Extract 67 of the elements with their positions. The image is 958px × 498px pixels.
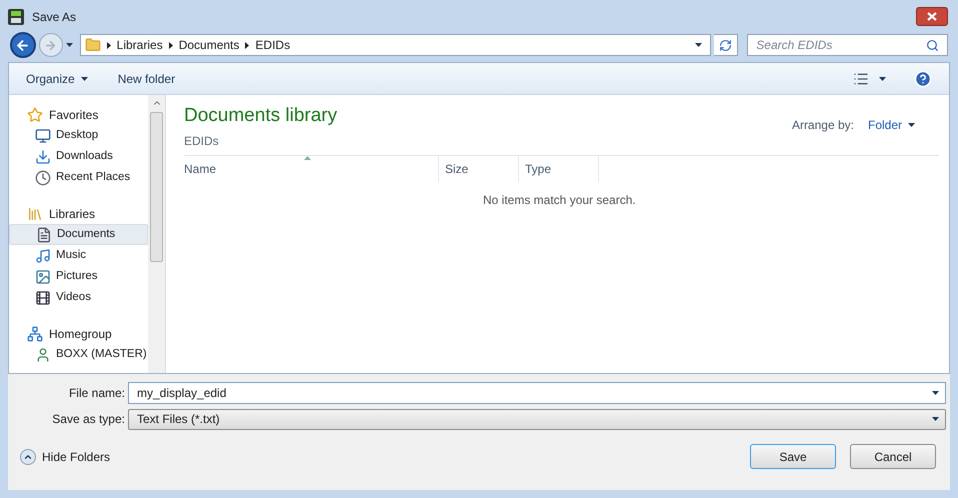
arrow-right-icon (44, 38, 58, 52)
view-caret-icon (879, 76, 886, 80)
empty-message: No items match your search. (483, 192, 637, 208)
sidebar-item[interactable]: Desktop (9, 125, 148, 146)
save-button[interactable]: Save (750, 444, 836, 469)
close-button[interactable] (916, 7, 948, 26)
user-icon (35, 346, 51, 362)
chevron-icon (245, 42, 250, 48)
save-type-label: Save as type: (51, 411, 126, 428)
music-icon (35, 248, 51, 264)
chevron-icon (106, 42, 111, 48)
caret-icon (932, 417, 939, 421)
sidebar-group[interactable]: Homegroup (9, 323, 148, 344)
arrange-dropdown[interactable]: Folder (868, 116, 915, 134)
breadcrumb[interactable]: Documents (178, 36, 240, 54)
breadcrumb[interactable]: EDIDs (255, 36, 290, 54)
arrange-label: Arrange by: (792, 117, 854, 134)
breadcrumb[interactable]: Libraries (116, 36, 163, 54)
sidebar-item[interactable]: Recent Places (9, 167, 148, 188)
library-title: Documents library (184, 104, 338, 128)
caret-icon (908, 123, 915, 127)
pictures-icon (35, 268, 51, 284)
refresh-icon (719, 38, 732, 52)
library-subtitle: EDIDs (184, 132, 220, 150)
view-list-icon[interactable] (853, 70, 869, 86)
folder-icon (84, 37, 101, 53)
back-button[interactable] (10, 32, 36, 58)
column-header[interactable]: Name (184, 156, 439, 182)
close-icon (927, 12, 937, 21)
sidebar-item[interactable]: Videos (9, 287, 148, 308)
sidebar-item[interactable]: BOXX (MASTER) (9, 344, 148, 365)
sort-caret-icon (304, 156, 311, 160)
dropdown-caret-icon (932, 391, 939, 395)
download-icon (35, 148, 51, 164)
chevron-icon (168, 42, 173, 48)
address-bar[interactable]: Libraries Documents EDIDs (80, 34, 712, 56)
search-box[interactable]: Search EDIDs (747, 34, 948, 56)
sidebar-group[interactable]: Favorites (9, 104, 148, 125)
search-field[interactable]: Search EDIDs (748, 35, 926, 55)
sidebar-item[interactable]: Music (9, 245, 148, 266)
library-icon (27, 206, 43, 222)
history-caret-icon (66, 43, 73, 47)
dropdown-caret-icon (695, 43, 702, 47)
sidebar-group[interactable]: Libraries (9, 203, 148, 224)
file-name-label: File name: (68, 385, 126, 402)
window-title: Save As (32, 8, 76, 26)
column-header[interactable]: Size (439, 156, 519, 182)
search-icon (926, 38, 940, 52)
hide-folders-button[interactable]: Hide Folders (20, 448, 110, 466)
organize-menu[interactable]: Organize (26, 70, 88, 88)
save-type-dropdown[interactable]: Text Files (*.txt) (128, 408, 946, 430)
star-icon (27, 106, 43, 122)
column-header[interactable]: Type (519, 156, 599, 182)
cancel-button[interactable]: Cancel (850, 444, 936, 469)
recent-icon (35, 170, 51, 186)
video-icon (35, 290, 51, 306)
homegroup-icon (27, 326, 43, 342)
refresh-button[interactable] (714, 34, 738, 56)
document-icon (36, 226, 52, 242)
scrollbar[interactable] (148, 95, 165, 373)
caret-icon (80, 76, 88, 80)
sidebar-item[interactable]: Downloads (9, 146, 148, 167)
sidebar-item[interactable]: Documents (9, 224, 148, 245)
desktop-icon (35, 128, 51, 144)
new-folder-button[interactable]: New folder (118, 70, 176, 88)
sidebar-item[interactable]: Pictures (9, 266, 148, 287)
help-icon[interactable] (914, 70, 932, 88)
